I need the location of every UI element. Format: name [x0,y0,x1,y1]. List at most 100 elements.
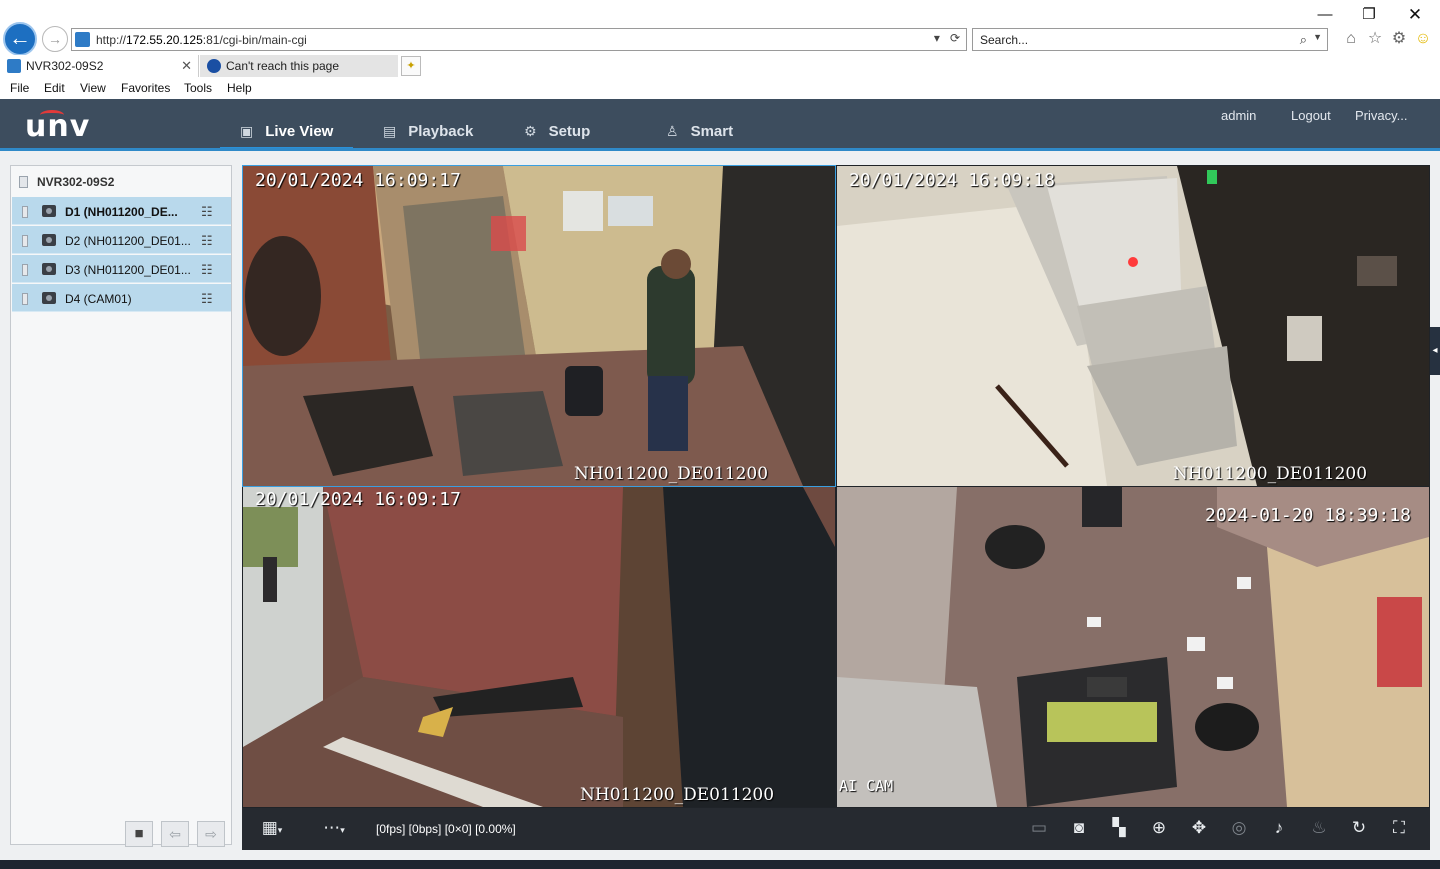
back-button[interactable]: ← [3,22,37,56]
tab-playback[interactable]: ▤ Playback [383,99,473,151]
browser-menu-bar: File Edit View Favorites Tools Help [0,77,1440,99]
camera-feed-d4 [837,487,1429,807]
video-grid: 20/01/2024 16:09:17 NH011200_DE011200 20… [242,165,1430,808]
url-host: 172.55.20.125 [126,33,203,47]
drag-handle-icon[interactable] [22,293,28,305]
dropdown-arrow-icon[interactable]: ▾ [934,31,940,45]
drag-handle-icon[interactable] [22,206,28,218]
url-path: :81/cgi-bin/main-cgi [202,33,307,47]
settings-gear-icon[interactable]: ⚙ [1388,29,1410,51]
camera-feed-d2 [837,166,1429,486]
screen-layout-button[interactable]: ▦▾ [254,818,290,838]
ptz-control-icon[interactable]: ✥ [1186,818,1212,838]
collapse-panel-handle[interactable]: ◂ [1430,327,1440,375]
local-record-clapper-icon[interactable]: ▚ [1106,818,1132,838]
tab-setup[interactable]: ⚙ Setup [524,99,590,151]
address-bar[interactable]: http://172.55.20.125:81/cgi-bin/main-cgi… [71,28,967,51]
stop-all-button[interactable]: ■ [125,821,153,847]
menu-help[interactable]: Help [227,81,252,95]
tab-label: Live View [265,123,334,140]
menu-tools[interactable]: Tools [184,81,212,95]
favorites-star-icon[interactable]: ☆ [1364,29,1386,51]
tab-live-view[interactable]: ▣ Live View [219,99,354,151]
record-settings-icon[interactable]: ☷ [201,291,213,307]
address-text[interactable]: http://172.55.20.125:81/cgi-bin/main-cgi [96,33,307,47]
os-taskbar [0,860,1440,869]
camera-row-d4[interactable]: D4 (CAM01) ☷ [12,284,231,312]
forward-button[interactable]: → [42,26,68,52]
tab-nvr[interactable]: NVR302-09S2 ✕ [0,55,199,77]
tab-label: Smart [690,123,734,140]
next-page-button[interactable]: ⇨ [197,821,225,847]
drag-handle-icon[interactable] [22,235,28,247]
close-window-icon[interactable]: ✕ [1392,4,1438,26]
menu-file[interactable]: File [10,81,29,95]
audio-speaker-icon[interactable]: ♪ [1266,818,1292,838]
camera-name-overlay: AI CAM [839,777,894,795]
search-icon[interactable]: ⌕ [1300,32,1307,48]
tab-smart[interactable]: ♙ Smart [666,99,733,151]
privacy-link[interactable]: Privacy... [1355,108,1408,123]
camera-row-d2[interactable]: D2 (NH011200_DE01... ☷ [12,226,231,254]
tab-label: NVR302-09S2 [26,59,104,73]
video-tile-d4[interactable]: 2024-01-20 18:39:18 AI CAM [837,487,1429,807]
timestamp-overlay: 20/01/2024 16:09:18 [849,170,1055,191]
camera-name-overlay: NH011200_DE011200 [1173,464,1368,484]
camera-icon [42,263,56,275]
globe-icon [207,59,221,73]
camera-name-overlay: NH011200_DE011200 [574,464,769,484]
browser-address-row: — ❐ ✕ ← → http://172.55.20.125:81/cgi-bi… [0,0,1440,56]
logout-link[interactable]: Logout [1291,108,1331,123]
tree-root-nvr[interactable]: NVR302-09S2 [11,166,231,196]
grid-layout-icon: ▦ [261,818,278,837]
video-tile-d3[interactable]: 20/01/2024 16:09:17 NH011200_DE011200 [243,487,835,807]
record-settings-icon[interactable]: ☷ [201,262,213,278]
previous-page-button[interactable]: ⇦ [161,821,189,847]
minimize-icon[interactable]: — [1302,4,1348,26]
new-tab-button[interactable]: ✦ [401,56,421,76]
arrow-left-icon: ⇦ [169,826,181,842]
forward-arrow-icon: → [48,31,62,47]
image-adjust-icon[interactable]: ▭ [1026,818,1052,838]
two-way-talk-mic-icon[interactable]: ♨ [1306,818,1332,838]
timestamp-overlay: 2024-01-20 18:39:18 [1205,505,1411,526]
snapshot-camera-icon[interactable]: ◙ [1066,818,1092,838]
camera-row-d1[interactable]: D1 (NH011200_DE... ☷ [12,197,231,225]
back-arrow-icon: ← [9,25,31,50]
fullscreen-icon[interactable]: ⛶ [1386,818,1412,838]
stream-status-text: [0fps] [0bps] [0×0] [0.00%] [376,822,516,836]
digital-zoom-icon[interactable]: ⊕ [1146,818,1172,838]
camera-icon [42,205,56,217]
refresh-icon[interactable]: ⟳ [950,31,960,45]
chevron-left-icon: ◂ [1432,345,1438,356]
close-tab-icon[interactable]: ✕ [181,55,192,77]
feedback-smiley-icon[interactable]: ☺ [1412,29,1434,51]
home-icon[interactable]: ⌂ [1340,29,1362,51]
search-dropdown-icon[interactable]: ▼ [1313,32,1322,42]
chevron-down-icon: ▾ [340,825,345,835]
chevron-down-icon: ▾ [277,825,283,835]
device-tree-panel: NVR302-09S2 D1 (NH011200_DE... ☷ D2 (NH0… [10,165,232,847]
video-tile-d2[interactable]: 20/01/2024 16:09:18 NH011200_DE011200 [837,166,1429,486]
menu-edit[interactable]: Edit [44,81,65,95]
stream-icon: ⋯ [323,818,341,837]
record-settings-icon[interactable]: ☷ [201,204,213,220]
camera-icon [42,234,56,246]
menu-view[interactable]: View [80,81,106,95]
search-box[interactable]: Search... ⌕ ▼ [972,28,1328,51]
menu-favorites[interactable]: Favorites [121,81,170,95]
tab-label: Can't reach this page [226,59,340,73]
video-tile-d1[interactable]: 20/01/2024 16:09:17 NH011200_DE011200 [242,165,836,487]
3d-positioning-icon[interactable]: ↻ [1346,818,1372,838]
live-view-toolbar: ▦▾ ⋯▾ [0fps] [0bps] [0×0] [0.00%] ▭ ◙ ▚ … [242,808,1430,850]
restore-icon[interactable]: ❐ [1346,4,1392,26]
search-input[interactable]: Search... [980,33,1028,47]
nvr-favicon-icon [7,59,21,73]
tab-cant-reach[interactable]: Can't reach this page [200,55,398,77]
nvr-name: NVR302-09S2 [37,175,115,189]
fisheye-dewarp-icon[interactable]: ◎ [1226,818,1252,838]
drag-handle-icon[interactable] [22,264,28,276]
record-settings-icon[interactable]: ☷ [201,233,213,249]
camera-row-d3[interactable]: D3 (NH011200_DE01... ☷ [12,255,231,283]
stream-type-button[interactable]: ⋯▾ [314,818,354,838]
